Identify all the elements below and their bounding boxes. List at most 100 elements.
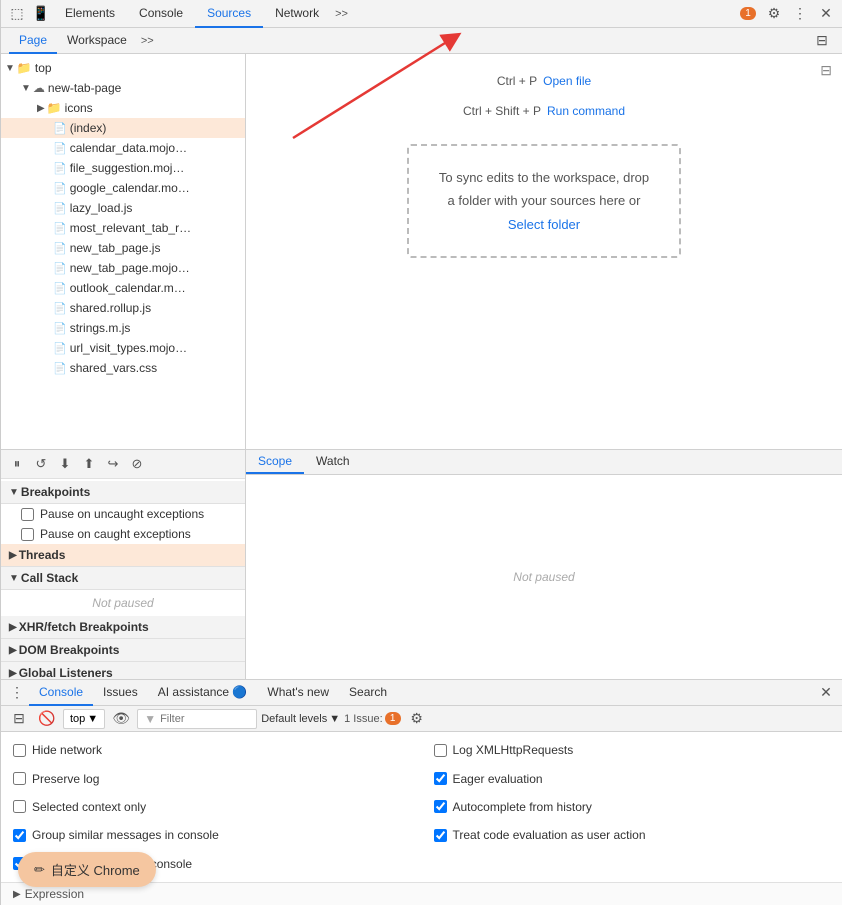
default-levels-select[interactable]: Default levels ▼ <box>261 713 340 725</box>
dom-breakpoints-section-header[interactable]: ▶ DOM Breakpoints <box>1 639 245 662</box>
tree-item-most-relevant[interactable]: 📄 most_relevant_tab_r… <box>1 218 245 238</box>
editor-area: Ctrl + P Open file Ctrl + Shift + P Run … <box>246 54 842 449</box>
tree-item-outlook-calendar[interactable]: 📄 outlook_calendar.m… <box>1 278 245 298</box>
xhr-fetch-section-header[interactable]: ▶ XHR/fetch Breakpoints <box>1 616 245 639</box>
pause-caught-item: Pause on caught exceptions <box>1 524 245 544</box>
autocomplete-option: Autocomplete from history <box>422 793 842 821</box>
pause-uncaught-checkbox[interactable] <box>21 508 34 521</box>
group-similar-checkbox[interactable] <box>13 829 26 842</box>
tree-item-lazy-load[interactable]: 📄 lazy_load.js <box>1 198 245 218</box>
tab-network[interactable]: Network <box>263 0 331 28</box>
preserve-log-label: Preserve log <box>32 772 99 786</box>
sub-tab-page[interactable]: Page <box>9 28 57 54</box>
top-toolbar: ⬚ 📱 Elements Console Sources Network >> … <box>1 0 842 28</box>
treat-code-checkbox[interactable] <box>434 829 447 842</box>
close-devtools-btn[interactable]: ✕ <box>814 2 838 26</box>
file-icon: 📄 <box>53 162 67 175</box>
console-more-options-icon[interactable]: ⋮ <box>5 681 29 705</box>
pause-resume-btn[interactable]: ⏸ <box>7 454 27 474</box>
selected-context-label: Selected context only <box>32 800 146 814</box>
sub-tab-more-icon[interactable]: >> <box>137 35 158 47</box>
tree-item-icons[interactable]: ▶ 📁 icons <box>1 98 245 118</box>
eager-evaluation-label: Eager evaluation <box>453 772 543 786</box>
select-folder-link[interactable]: Select folder <box>508 217 580 232</box>
sub-tab-workspace[interactable]: Workspace <box>57 28 137 54</box>
toggle-drawer-icon[interactable]: ⊟ <box>7 707 31 731</box>
tree-item-top[interactable]: ▼ 📁 top <box>1 58 245 78</box>
tree-item-new-tab-page-js[interactable]: 📄 new_tab_page.js <box>1 238 245 258</box>
tree-item-google-calendar[interactable]: 📄 google_calendar.mo… <box>1 178 245 198</box>
settings-icon-btn[interactable]: ⚙ <box>762 2 786 26</box>
hide-network-checkbox[interactable] <box>13 744 26 757</box>
console-tab-search[interactable]: Search <box>339 680 397 706</box>
console-tab-console[interactable]: Console <box>29 680 93 706</box>
call-stack-section-header[interactable]: ▼ Call Stack <box>1 567 245 590</box>
tree-item-strings[interactable]: 📄 strings.m.js <box>1 318 245 338</box>
tree-item-index[interactable]: 📄 (index) <box>1 118 245 138</box>
console-tab-whats-new[interactable]: What's new <box>257 680 339 706</box>
open-file-hint: Ctrl + P Open file <box>497 74 591 88</box>
console-tab-ai[interactable]: AI assistance 🔵 <box>148 680 258 706</box>
step-btn[interactable]: ↪ <box>103 454 123 474</box>
drop-zone-line2: a folder with your sources here or <box>448 193 641 208</box>
filter-box: ▼ <box>137 709 257 729</box>
toolbar-right: 1 ⚙ ⋮ ✕ <box>736 2 838 26</box>
custom-chrome-button[interactable]: ✏ 自定义 Chrome <box>18 852 156 887</box>
more-options-icon-btn[interactable]: ⋮ <box>788 2 812 26</box>
preserve-log-option: Preserve log <box>1 764 422 792</box>
log-xmlhttp-checkbox[interactable] <box>434 744 447 757</box>
watch-tab[interactable]: Watch <box>304 450 362 474</box>
eager-evaluation-checkbox[interactable] <box>434 772 447 785</box>
tab-elements[interactable]: Elements <box>53 0 127 28</box>
folder-icon: 📁 <box>47 101 62 115</box>
deactivate-breakpoints-btn[interactable]: ⊘ <box>127 454 147 474</box>
sources-container: ▼ 📁 top ▼ ☁ new-tab-page ▶ 📁 icons <box>1 54 842 905</box>
preserve-log-checkbox[interactable] <box>13 772 26 785</box>
threads-section-header[interactable]: ▶ Threads <box>1 544 245 567</box>
inspect-icon[interactable]: ⬚ <box>5 2 29 26</box>
tree-item-shared-rollup[interactable]: 📄 shared.rollup.js <box>1 298 245 318</box>
autocomplete-checkbox[interactable] <box>434 800 447 813</box>
levels-dropdown-icon: ▼ <box>329 713 340 725</box>
device-icon[interactable]: 📱 <box>29 2 53 26</box>
context-selector[interactable]: top ▼ <box>63 709 105 729</box>
tree-item-file-suggestion[interactable]: 📄 file_suggestion.moj… <box>1 158 245 178</box>
console-tab-issues[interactable]: Issues <box>93 680 148 706</box>
editor-panel-icon[interactable]: ⊟ <box>820 62 832 79</box>
file-icon: 📄 <box>53 322 67 335</box>
toggle-panel-icon[interactable]: ⊟ <box>810 29 834 53</box>
tree-item-shared-vars-css[interactable]: 📄 shared_vars.css <box>1 358 245 378</box>
selected-context-option: Selected context only <box>1 793 422 821</box>
console-settings-gear-icon[interactable]: ⚙ <box>405 707 429 731</box>
step-out-btn[interactable]: ⬆ <box>79 454 99 474</box>
tree-item-calendar-data[interactable]: 📄 calendar_data.mojo… <box>1 138 245 158</box>
pause-caught-checkbox[interactable] <box>21 528 34 541</box>
scope-tab[interactable]: Scope <box>246 450 304 474</box>
pencil-icon: ✏ <box>34 862 45 878</box>
issues-count-badge: 1 <box>385 712 401 725</box>
step-into-btn[interactable]: ⬇ <box>55 454 75 474</box>
global-listeners-section-header[interactable]: ▶ Global Listeners <box>1 662 245 679</box>
eye-filter-icon[interactable]: 👁 <box>109 707 133 731</box>
debugger-area: ⏸ ↺ ⬇ ⬆ ↪ ⊘ ▼ Breakpoints Pause on unca <box>1 450 842 680</box>
tree-item-new-tab-page-mojo[interactable]: 📄 new_tab_page.mojo… <box>1 258 245 278</box>
breakpoints-section-header[interactable]: ▼ Breakpoints <box>1 481 245 504</box>
debugger-toolbar: ⏸ ↺ ⬇ ⬆ ↪ ⊘ <box>1 450 245 479</box>
expand-icon: ▶ <box>37 103 45 114</box>
open-file-link[interactable]: Open file <box>543 74 591 88</box>
more-tabs-icon[interactable]: >> <box>331 8 352 20</box>
badge-issues-btn[interactable]: 1 <box>736 2 760 26</box>
tree-item-new-tab-page[interactable]: ▼ ☁ new-tab-page <box>1 78 245 98</box>
file-icon: 📄 <box>53 122 67 135</box>
clear-console-icon[interactable]: 🚫 <box>35 707 59 731</box>
selected-context-checkbox[interactable] <box>13 800 26 813</box>
call-stack-not-paused: Not paused <box>1 590 245 616</box>
context-dropdown-icon: ▼ <box>87 713 98 725</box>
close-console-tab-btn[interactable]: ✕ <box>814 681 838 705</box>
run-command-link[interactable]: Run command <box>547 104 625 118</box>
tree-item-url-visit[interactable]: 📄 url_visit_types.mojo… <box>1 338 245 358</box>
tab-sources[interactable]: Sources <box>195 0 263 28</box>
step-over-btn[interactable]: ↺ <box>31 454 51 474</box>
devtools-shell: ⬚ 📱 Elements Console Sources Network >> … <box>0 0 842 905</box>
tab-console[interactable]: Console <box>127 0 195 28</box>
